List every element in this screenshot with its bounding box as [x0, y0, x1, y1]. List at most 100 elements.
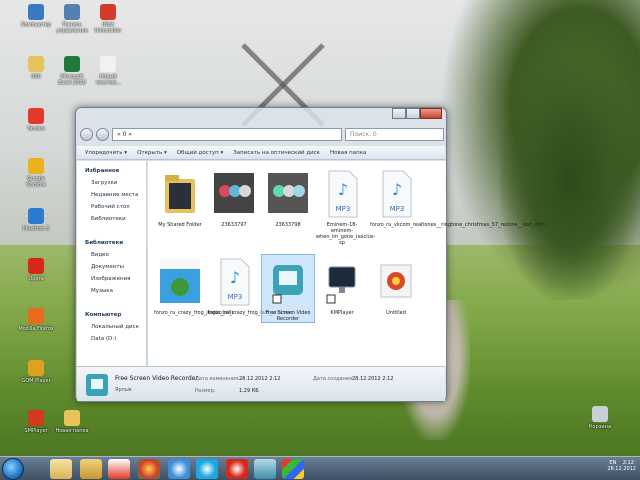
- maxthon-taskbar-icon[interactable]: [168, 459, 190, 479]
- sidebar-item[interactable]: Избранное: [85, 165, 144, 177]
- desktop-icon[interactable]: Корзина: [582, 406, 618, 430]
- sidebar-item[interactable]: Загрузки: [85, 177, 144, 189]
- desktop-icon-glyph: [592, 406, 608, 422]
- share-menu[interactable]: Общий доступ ▾: [177, 150, 224, 156]
- desktop-icon[interactable]: GOM Player: [18, 360, 54, 384]
- sidebar-item[interactable]: Видео: [85, 249, 144, 261]
- desktop-icon-glyph: [28, 208, 44, 224]
- forward-button[interactable]: [96, 127, 109, 141]
- desktop-icon[interactable]: Mozilla Firefox: [18, 308, 54, 332]
- desktop-icon[interactable]: Yandex: [18, 108, 54, 132]
- file-label: 23633797: [221, 222, 247, 228]
- desktop-icon-label: Новая папка: [55, 428, 89, 434]
- sidebar-item[interactable]: Недавние места: [85, 189, 144, 201]
- details-size: 1,29 КБ: [239, 388, 259, 394]
- explorer-taskbar-icon[interactable]: [50, 459, 72, 479]
- app-icon: [86, 374, 108, 396]
- file-item[interactable]: ♪ MP3 Eminem-18-eminem-when_im_gone_(exclu…: [316, 167, 375, 246]
- file-item[interactable]: ♪ MP3 fonzo_ru_vkcom_realtones__ringtone_c…: [370, 167, 548, 228]
- skype-taskbar-icon[interactable]: [196, 459, 218, 479]
- file-item[interactable]: 23633797: [208, 167, 260, 228]
- desktop-icon-glyph: [28, 360, 44, 376]
- desktop-icon[interactable]: Opera: [18, 258, 54, 282]
- desktop-icon[interactable]: Новая папка: [54, 410, 90, 434]
- desktop-icon[interactable]: Google Chrome: [18, 158, 54, 188]
- burn-button[interactable]: Записать на оптический диск: [233, 150, 320, 156]
- desktop-icon-glyph: [28, 410, 44, 426]
- search-input[interactable]: Поиск: 0: [345, 127, 444, 141]
- desktop-icon-glyph: [28, 108, 44, 124]
- file-label: My Shared Folder: [158, 222, 202, 228]
- file-item[interactable]: Free Screen Video Recorder: [261, 254, 315, 323]
- desktop-icon[interactable]: IObit Uninstaller: [90, 4, 126, 34]
- sidebar-item[interactable]: Документы: [85, 261, 144, 273]
- desktop-icon[interactable]: Панель управления: [54, 4, 90, 34]
- desktop-icon-label: Opera: [28, 276, 44, 282]
- details-modified: 28.12.2012 2:12: [239, 376, 281, 382]
- minimize-button[interactable]: [392, 108, 406, 119]
- file-label: KMPlayer: [330, 310, 354, 316]
- desktop-icon-label: SMPlayer: [24, 428, 48, 434]
- file-item[interactable]: 23633798: [262, 167, 314, 228]
- desktop-icon-label: Mozilla Firefox: [18, 326, 54, 332]
- file-item[interactable]: ♪ MP3 fonzo_ru_crazy_frog_last_cristmas: [208, 255, 293, 316]
- close-button[interactable]: [420, 108, 442, 119]
- desktop-icon[interactable]: SMPlayer: [18, 410, 54, 434]
- desktop-icon-glyph: [64, 4, 80, 20]
- wallpaper-trees-2: [500, 60, 640, 300]
- desktop-icon[interactable]: 000: [18, 56, 54, 80]
- back-button[interactable]: [80, 127, 93, 141]
- file-item[interactable]: My Shared Folder: [154, 167, 206, 228]
- media-taskbar-icon[interactable]: [80, 459, 102, 479]
- file-label: Untitled: [386, 310, 406, 316]
- desktop-icon-label: Компьютер: [21, 22, 51, 28]
- svg-text:♪: ♪: [338, 180, 348, 199]
- desktop-icon-glyph: [28, 56, 44, 72]
- details-modified-label: Дата изменения:: [195, 376, 240, 382]
- desktop-icon-label: Maxthon 3: [22, 226, 50, 232]
- file-thumbnail: ♪ MP3: [213, 255, 255, 307]
- desktop-icon-label: Новый текстов...: [95, 74, 121, 86]
- address-bar[interactable]: « 0 »: [112, 127, 342, 141]
- clock-date[interactable]: 28.12.2012: [607, 466, 636, 472]
- opera-taskbar-icon[interactable]: [226, 459, 248, 479]
- sidebar-item[interactable]: Локальный диск: [85, 321, 144, 333]
- sidebar-item[interactable]: Data (D:): [85, 333, 144, 345]
- windows-taskbar-icon[interactable]: [282, 459, 304, 479]
- file-thumbnail: [159, 167, 201, 219]
- desktop-icon[interactable]: Maxthon 3: [18, 208, 54, 232]
- chrome-taskbar-icon[interactable]: [138, 459, 160, 479]
- sidebar-item[interactable]: Музыка: [85, 285, 144, 297]
- file-item[interactable]: fonzo_ru_crazy_frog_jingle_bells: [154, 255, 234, 316]
- sidebar-item[interactable]: Библиотеки: [85, 237, 144, 249]
- yandex-taskbar-icon[interactable]: [108, 459, 130, 479]
- svg-text:MP3: MP3: [336, 205, 351, 213]
- file-label: fonzo_ru_vkcom_realtones__ringtone_chris…: [370, 222, 548, 228]
- file-list: My Shared Folder 23633797 23633798 ♪ MP3 Emin…: [148, 161, 548, 366]
- sidebar-item[interactable]: Библиотеки: [85, 213, 144, 225]
- file-label: Free Screen Video Recorder: [265, 310, 311, 322]
- desktop-icon-label: Google Chrome: [26, 176, 46, 188]
- sidebar-item[interactable]: Компьютер: [85, 309, 144, 321]
- command-bar: Упорядочить ▾ Открыть ▾ Общий доступ ▾ З…: [77, 146, 445, 160]
- svg-text:MP3: MP3: [228, 293, 243, 301]
- organize-menu[interactable]: Упорядочить ▾: [85, 150, 127, 156]
- file-item[interactable]: KMPlayer: [316, 255, 368, 316]
- recorder-taskbar-icon[interactable]: [254, 459, 276, 479]
- desktop-icon[interactable]: Новый текстов...: [90, 56, 126, 86]
- start-button[interactable]: [2, 458, 24, 480]
- file-thumbnail: ♪ MP3: [375, 167, 417, 219]
- desktop-icon[interactable]: Компьютер: [18, 4, 54, 28]
- sidebar-item[interactable]: Рабочий стол: [85, 201, 144, 213]
- open-menu[interactable]: Открыть ▾: [137, 150, 167, 156]
- desktop-icon[interactable]: Microsoft Excel 2010: [54, 56, 90, 86]
- file-item[interactable]: Untitled: [370, 255, 422, 316]
- new-folder-button[interactable]: Новая папка: [330, 150, 366, 156]
- maximize-button[interactable]: [406, 108, 420, 119]
- sidebar-item[interactable]: Изображения: [85, 273, 144, 285]
- file-label: 23633798: [275, 222, 301, 228]
- system-tray: EN 2:12 28.12.2012: [607, 460, 636, 472]
- svg-text:MP3: MP3: [390, 205, 405, 213]
- desktop-icon-glyph: [28, 308, 44, 324]
